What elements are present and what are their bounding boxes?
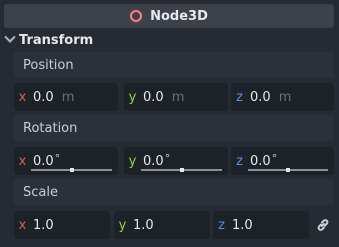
- rotation-z-field[interactable]: z 0.0 °: [231, 147, 334, 175]
- position-label: Position: [14, 52, 334, 78]
- scale-label: Scale: [14, 179, 334, 205]
- axis-y-label: y: [118, 217, 127, 233]
- axis-z-label: z: [236, 153, 243, 169]
- slider-knob[interactable]: [179, 168, 184, 172]
- position-y-unit: m: [171, 89, 185, 105]
- position-x-field[interactable]: x 0.0 m: [14, 83, 118, 111]
- rotation-z-slider[interactable]: [248, 168, 328, 172]
- position-x-unit: m: [61, 89, 75, 105]
- scale-label-text: Scale: [23, 184, 58, 200]
- rotation-y-slider[interactable]: [141, 168, 222, 172]
- position-x-value: 0.0: [33, 89, 54, 105]
- node-title: Node3D: [150, 8, 208, 24]
- slider-knob[interactable]: [69, 168, 74, 172]
- position-z-value: 0.0: [250, 89, 271, 105]
- rotation-x-slider[interactable]: [31, 168, 112, 172]
- link-icon[interactable]: [316, 218, 330, 232]
- rotation-y-field[interactable]: y 0.0 °: [124, 147, 228, 175]
- rotation-x-value: 0.0: [33, 153, 54, 169]
- axis-z-label: z: [236, 89, 243, 105]
- axis-z-label: z: [218, 217, 225, 233]
- node3d-circle-icon: [130, 10, 143, 22]
- axis-x-label: x: [18, 89, 27, 105]
- scale-y-field[interactable]: y 1.0: [114, 211, 210, 239]
- rotation-x-unit: °: [54, 151, 61, 165]
- scale-z-value: 1.0: [232, 217, 253, 233]
- scale-z-field[interactable]: z 1.0: [213, 211, 309, 239]
- slider-knob[interactable]: [286, 168, 291, 172]
- axis-x-label: x: [18, 153, 27, 169]
- rotation-label: Rotation: [14, 115, 334, 141]
- rotation-z-unit: °: [271, 151, 278, 165]
- chevron-down-icon: [4, 31, 16, 43]
- rotation-x-field[interactable]: x 0.0 °: [14, 147, 118, 175]
- position-y-value: 0.0: [143, 89, 164, 105]
- scale-x-value: 1.0: [33, 217, 54, 233]
- axis-x-label: x: [18, 217, 27, 233]
- axis-y-label: y: [128, 153, 137, 169]
- node-title-bar[interactable]: Node3D: [4, 4, 334, 28]
- position-label-text: Position: [23, 57, 74, 73]
- position-z-unit: m: [278, 89, 292, 105]
- axis-y-label: y: [128, 89, 137, 105]
- position-y-field[interactable]: y 0.0 m: [124, 83, 228, 111]
- transform-section-header[interactable]: Transform: [0, 30, 339, 50]
- position-z-field[interactable]: z 0.0 m: [231, 83, 334, 111]
- rotation-label-text: Rotation: [23, 120, 78, 136]
- section-title: Transform: [19, 32, 94, 48]
- scale-y-value: 1.0: [133, 217, 154, 233]
- rotation-y-unit: °: [164, 151, 171, 165]
- rotation-z-value: 0.0: [250, 153, 271, 169]
- rotation-y-value: 0.0: [143, 153, 164, 169]
- scale-x-field[interactable]: x 1.0: [14, 211, 110, 239]
